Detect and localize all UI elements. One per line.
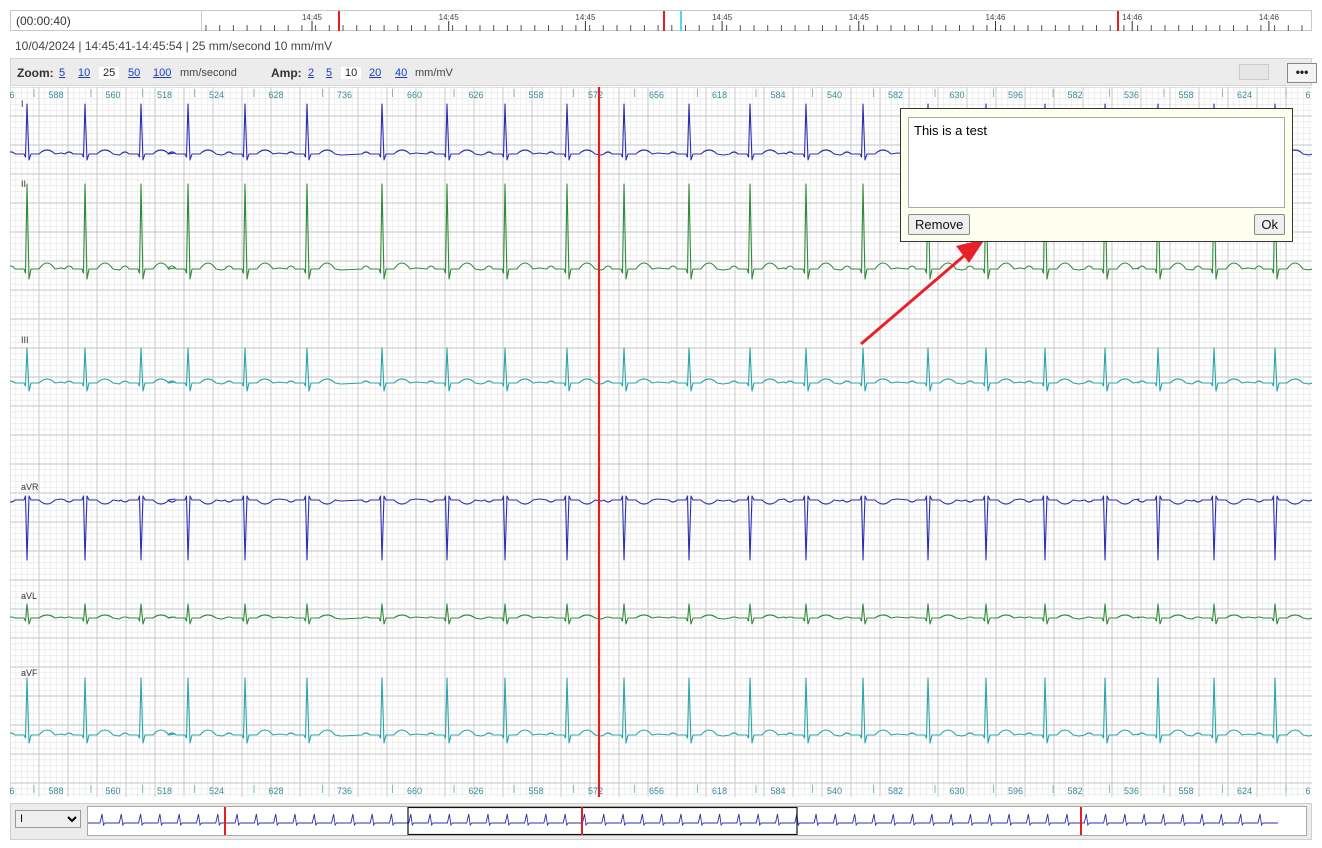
amp-option-5[interactable]: 5 <box>326 67 332 79</box>
rr-interval-label: 560 <box>105 786 120 796</box>
timeline-tick-label: 14:46 <box>1259 13 1280 22</box>
rr-interval-label: 540 <box>827 90 842 100</box>
timeline-tick-label: 14:45 <box>849 13 870 22</box>
timeline-tick-label: 14:46 <box>985 13 1006 22</box>
recording-info: 10/04/2024 | 14:45:41-14:45:54 | 25 mm/s… <box>15 39 333 53</box>
zoom-option-100[interactable]: 100 <box>153 67 171 79</box>
zoom-label: Zoom: <box>17 66 54 80</box>
lead-trace-III <box>10 347 1312 392</box>
lead-label-aVR: aVR <box>21 482 39 492</box>
rr-interval-label: 618 <box>712 786 727 796</box>
rr-interval-label: 518 <box>157 786 172 796</box>
rr-interval-label: 626 <box>468 90 483 100</box>
rr-interval-label: 6 <box>10 90 15 100</box>
rr-interval-label: 618 <box>712 90 727 100</box>
rr-interval-label: 656 <box>649 90 664 100</box>
zoom-option-50[interactable]: 50 <box>128 67 140 79</box>
rr-interval-label: 656 <box>649 786 664 796</box>
elapsed-time: (00:00:40) <box>16 14 71 28</box>
rr-interval-label: 628 <box>268 90 283 100</box>
rr-interval-label: 624 <box>1237 90 1252 100</box>
timeline-tick-label: 14:45 <box>712 13 733 22</box>
rr-interval-label: 536 <box>1124 90 1139 100</box>
overview-canvas <box>88 807 1278 835</box>
lead-label-aVF: aVF <box>21 668 38 678</box>
timeline-tick-label: 14:45 <box>439 13 460 22</box>
ok-button[interactable]: Ok <box>1254 214 1285 235</box>
rr-interval-label: 624 <box>1237 786 1252 796</box>
rr-interval-label: 572 <box>588 786 603 796</box>
rr-interval-label: 536 <box>1124 786 1139 796</box>
rr-interval-label: 596 <box>1008 786 1023 796</box>
zoom-option-10[interactable]: 10 <box>78 67 90 79</box>
rr-interval-label: 524 <box>209 786 224 796</box>
lead-trace-aVL <box>10 603 1312 625</box>
overview-trace <box>88 813 1278 827</box>
rr-interval-label: 588 <box>48 90 63 100</box>
zoom-unit: mm/second <box>180 67 237 79</box>
rr-interval-label: 626 <box>468 786 483 796</box>
zoom-option-25[interactable]: 25 <box>99 67 120 79</box>
timeline-tick-label: 14:45 <box>575 13 596 22</box>
rr-interval-label: 588 <box>48 786 63 796</box>
amp-option-10[interactable]: 10 <box>341 67 362 79</box>
amp-option-2[interactable]: 2 <box>308 67 314 79</box>
annotation-text-input[interactable]: This is a test <box>908 117 1285 208</box>
remove-button[interactable]: Remove <box>908 214 971 235</box>
rr-interval-label: 584 <box>770 786 785 796</box>
amp-option-40[interactable]: 40 <box>395 67 407 79</box>
timeline-bar[interactable]: (00:00:40) 14:45 14:45 14:45 14:45 14:45 14:4… <box>10 10 1312 31</box>
rr-interval-label: 6 <box>10 786 15 796</box>
rr-interval-label: 736 <box>337 786 352 796</box>
amp-label: Amp: <box>271 66 302 80</box>
amp-unit: mm/mV <box>415 67 453 79</box>
rr-interval-label: 584 <box>770 90 785 100</box>
toolbar: Zoom: 5 10 25 50 100 mm/second Amp: 2 5 … <box>10 58 1317 86</box>
lead-label-I: I <box>21 99 24 109</box>
rr-interval-label: 560 <box>105 90 120 100</box>
rr-interval-label: 558 <box>528 786 543 796</box>
zoom-option-5[interactable]: 5 <box>59 67 65 79</box>
rr-interval-label: 558 <box>1178 786 1193 796</box>
rr-interval-label: 660 <box>407 786 422 796</box>
rr-interval-label: 582 <box>888 786 903 796</box>
lead-trace-aVF <box>10 677 1312 744</box>
rr-interval-label: 6 <box>1305 786 1310 796</box>
timeline-tick-label: 14:46 <box>1122 13 1143 22</box>
rr-interval-label: 572 <box>588 90 603 100</box>
lead-label-aVL: aVL <box>21 591 37 601</box>
rr-interval-label: 596 <box>1008 90 1023 100</box>
rr-interval-label: 630 <box>949 786 964 796</box>
rr-interval-label: 518 <box>157 90 172 100</box>
rr-interval-label: 630 <box>949 90 964 100</box>
rr-interval-label: 582 <box>1067 786 1082 796</box>
annotation-popup: This is a test Remove Ok <box>900 108 1293 242</box>
more-options-button[interactable]: ••• <box>1287 63 1317 83</box>
rr-interval-label: 524 <box>209 90 224 100</box>
timeline-tick-label: 14:45 <box>302 13 323 22</box>
lead-label-II: II <box>21 179 26 189</box>
rr-interval-label: 582 <box>1067 90 1082 100</box>
lead-label-III: III <box>21 335 29 345</box>
rr-interval-label: 628 <box>268 786 283 796</box>
rr-interval-label: 540 <box>827 786 842 796</box>
rr-interval-label: 558 <box>1178 90 1193 100</box>
rr-interval-label: 558 <box>528 90 543 100</box>
rr-interval-label: 6 <box>1305 90 1310 100</box>
timeline-ruler[interactable]: 14:45 14:45 14:45 14:45 14:45 14:46 14:46 14:46 <box>201 11 1312 31</box>
rr-interval-label: 582 <box>888 90 903 100</box>
amp-option-20[interactable]: 20 <box>369 67 381 79</box>
rr-interval-label: 736 <box>337 90 352 100</box>
overview-bar: I <box>10 803 1312 840</box>
rr-interval-label: 660 <box>407 90 422 100</box>
toggle-button[interactable] <box>1239 64 1269 80</box>
timeline-ticks: 14:45 14:45 14:45 14:45 14:45 14:46 14:46 14:46 <box>205 11 1303 31</box>
overview-strip[interactable] <box>87 806 1307 836</box>
lead-select[interactable]: I <box>15 810 81 828</box>
